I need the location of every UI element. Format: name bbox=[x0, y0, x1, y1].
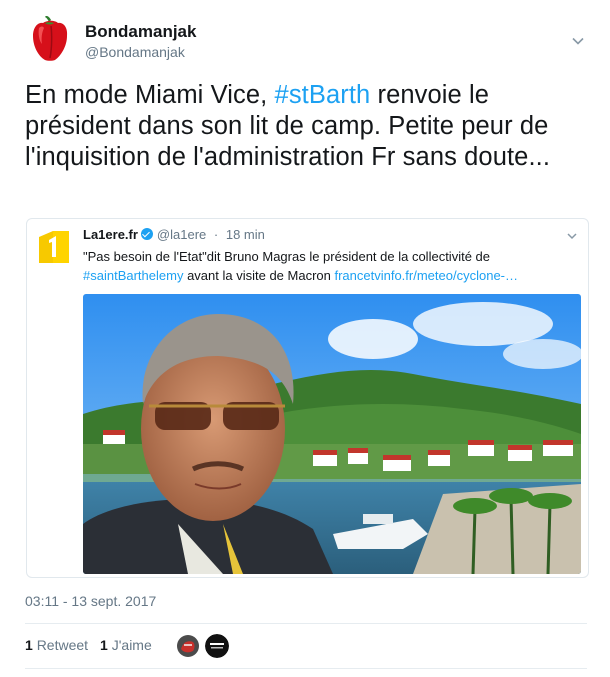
tweet-text-before: En mode Miami Vice, bbox=[25, 81, 275, 109]
author-avatar[interactable] bbox=[25, 14, 75, 64]
quoted-url-link[interactable]: francetvinfo.fr/meteo/cyclone-… bbox=[334, 268, 518, 283]
quoted-media-image[interactable] bbox=[83, 294, 581, 574]
author-handle[interactable]: @Bondamanjak bbox=[85, 44, 185, 60]
tweet-header: Bondamanjak @Bondamanjak bbox=[25, 14, 595, 70]
tweet-stats: 1 Retweet 1 J'aime bbox=[25, 637, 152, 653]
tweet-timestamp[interactable]: 03:11 - 13 sept. 2017 bbox=[25, 593, 156, 609]
divider bbox=[25, 668, 587, 669]
la1ere-logo-icon[interactable] bbox=[35, 227, 73, 265]
verified-badge-icon bbox=[140, 228, 153, 240]
quoted-time[interactable]: 18 min bbox=[226, 227, 265, 242]
retweet-stat[interactable]: 1 Retweet bbox=[25, 637, 88, 653]
red-pepper-icon bbox=[33, 16, 68, 61]
quoted-author[interactable]: La1ere.fr @la1ere · 18 min bbox=[83, 227, 265, 242]
quoted-text: "Pas besoin de l'Etat"dit Bruno Magras l… bbox=[83, 247, 573, 285]
retweet-label: Retweet bbox=[36, 637, 89, 653]
author-name[interactable]: Bondamanjak bbox=[85, 22, 196, 42]
retweet-count: 1 bbox=[25, 637, 33, 653]
like-label: J'aime bbox=[111, 637, 152, 653]
quoted-tweet-card[interactable]: La1ere.fr @la1ere · 18 min "Pas besoin de… bbox=[26, 218, 589, 578]
quoted-author-name[interactable]: La1ere.fr bbox=[83, 227, 138, 242]
like-stat[interactable]: 1 J'aime bbox=[100, 637, 152, 653]
separator: · bbox=[213, 227, 219, 242]
tweet-text: En mode Miami Vice, #stBarth renvoie le … bbox=[25, 80, 590, 173]
chevron-down-icon[interactable] bbox=[566, 229, 578, 241]
like-count: 1 bbox=[100, 637, 108, 653]
quoted-text-part1: "Pas besoin de l'Etat"dit Bruno Magras l… bbox=[83, 249, 490, 264]
hashtag-link[interactable]: #stBarth bbox=[275, 81, 371, 109]
liker-avatar-icon bbox=[176, 634, 200, 658]
quoted-text-part2: avant la visite de Macron bbox=[183, 268, 335, 283]
quoted-hashtag-link[interactable]: #saintBarthelemy bbox=[83, 268, 183, 283]
chevron-down-icon[interactable] bbox=[571, 34, 585, 48]
jesuis-avatar-icon bbox=[205, 634, 229, 658]
divider bbox=[25, 623, 587, 624]
liker-avatar[interactable] bbox=[176, 634, 200, 658]
liker-avatar[interactable] bbox=[205, 634, 229, 658]
quoted-author-handle[interactable]: @la1ere bbox=[157, 227, 206, 242]
